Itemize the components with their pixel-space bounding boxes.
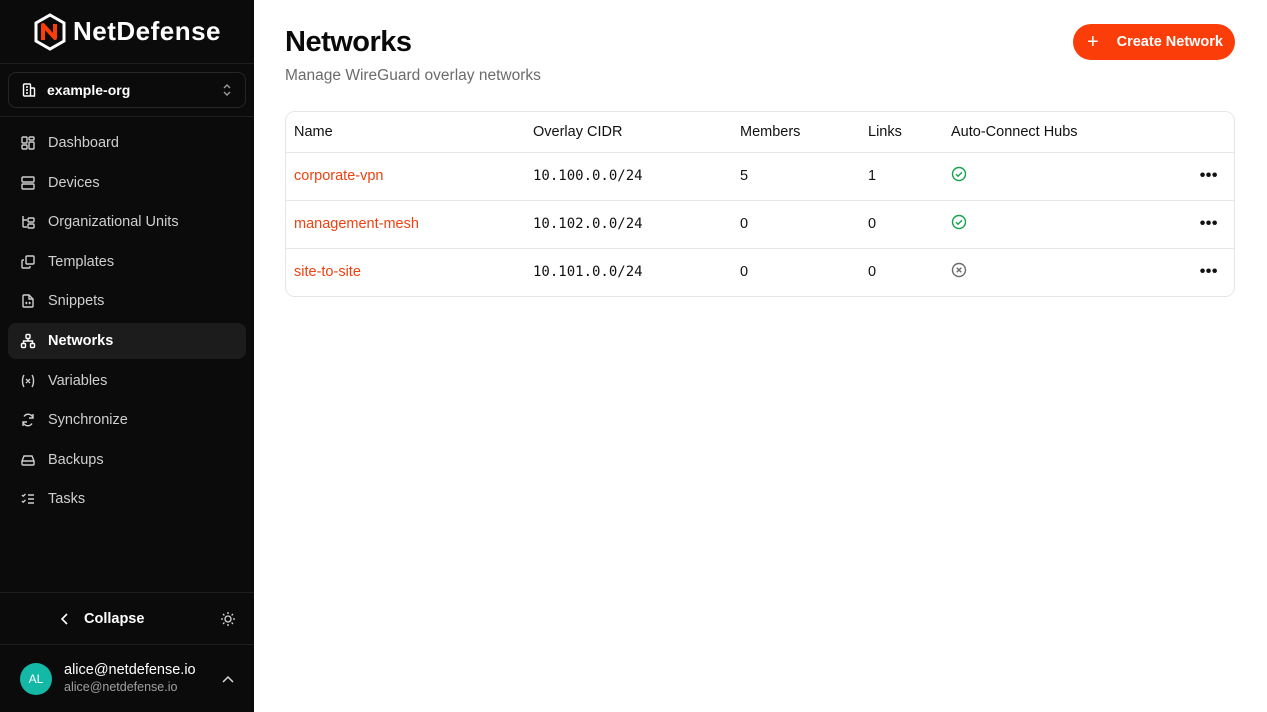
network-link[interactable]: management-mesh xyxy=(294,216,419,232)
sidebar-item-label: Dashboard xyxy=(48,135,119,151)
table-row: corporate-vpn 10.100.0.0/24 5 1 ••• xyxy=(286,152,1234,201)
sidebar-item-snippets[interactable]: Snippets xyxy=(8,283,246,319)
members-cell: 5 xyxy=(732,152,860,201)
hubs-cell xyxy=(943,200,1143,249)
page-subtitle: Manage WireGuard overlay networks xyxy=(285,67,541,84)
collapse-label: Collapse xyxy=(84,610,145,627)
refresh-icon xyxy=(22,413,34,427)
networks-table: Name Overlay CIDR Members Links Auto-Con… xyxy=(285,111,1235,297)
hubs-cell xyxy=(943,248,1143,296)
check-circle-icon xyxy=(951,166,967,182)
links-cell: 1 xyxy=(860,152,943,201)
check-circle-icon xyxy=(951,214,967,230)
chevron-up-icon xyxy=(222,675,234,683)
sidebar-item-label: Backups xyxy=(48,451,104,468)
table-row: site-to-site 10.101.0.0/24 0 0 ••• xyxy=(286,248,1234,296)
server-icon xyxy=(21,175,35,190)
links-cell: 0 xyxy=(868,264,877,281)
sidebar-item-label: Devices xyxy=(48,174,100,191)
column-header-actions xyxy=(1143,112,1234,153)
column-header-links[interactable]: Links xyxy=(860,112,943,153)
create-network-button[interactable]: + Create Network xyxy=(1072,24,1235,60)
plus-icon: + xyxy=(1086,31,1099,53)
hubs-cell xyxy=(943,152,1143,201)
sidebar-item-networks[interactable]: Networks xyxy=(8,322,246,359)
variable-icon xyxy=(21,374,35,387)
row-actions-cell: ••• xyxy=(1143,200,1234,249)
network-link[interactable]: site-to-site xyxy=(294,264,361,280)
network-link[interactable]: corporate-vpn xyxy=(294,168,383,184)
sidebar-nav: Dashboard Devices Organizational Units T… xyxy=(0,117,254,592)
column-header-members[interactable]: Members xyxy=(732,112,860,153)
column-header-cidr[interactable]: Overlay CIDR xyxy=(525,112,732,153)
sidebar-item-label: Templates xyxy=(48,253,115,270)
sidebar-item-tasks[interactable]: Tasks xyxy=(8,481,246,517)
network-icon xyxy=(20,333,36,349)
hard-drive-icon xyxy=(21,455,35,466)
netdefense-logo-icon xyxy=(34,12,66,51)
user-menu[interactable]: AL alice@netdefense.io alice@netdefense.… xyxy=(0,644,254,712)
sidebar-item-label: Variables xyxy=(48,372,108,389)
sidebar-item-label: Snippets xyxy=(48,293,105,310)
dashboard-icon xyxy=(21,136,35,150)
avatar: AL xyxy=(20,662,52,695)
row-actions-cell: ••• xyxy=(1143,248,1234,296)
copy-icon xyxy=(21,255,35,269)
user-email: alice@netdefense.io xyxy=(64,679,178,694)
sidebar-item-templates[interactable]: Templates xyxy=(8,244,246,280)
create-network-label: Create Network xyxy=(1116,34,1223,50)
file-code-icon xyxy=(22,294,34,309)
list-checks-icon xyxy=(21,493,34,505)
main-content: Networks Manage WireGuard overlay networ… xyxy=(254,0,1267,712)
sun-icon[interactable] xyxy=(220,611,236,627)
x-circle-icon xyxy=(951,263,967,278)
sidebar-item-synchronize[interactable]: Synchronize xyxy=(8,402,246,438)
tree-icon xyxy=(22,216,35,229)
sidebar-item-label: Tasks xyxy=(48,491,86,508)
collapse-button[interactable]: Collapse xyxy=(60,611,220,627)
cidr-cell: 10.101.0.0/24 xyxy=(533,264,643,281)
cidr-cell: 10.100.0.0/24 xyxy=(525,152,732,201)
chevron-left-icon xyxy=(60,612,68,625)
sidebar-item-variables[interactable]: Variables xyxy=(8,363,246,399)
column-header-hubs[interactable]: Auto-Connect Hubs xyxy=(943,112,1143,153)
sidebar-item-organizational-units[interactable]: Organizational Units xyxy=(8,204,246,240)
sidebar-item-label: Networks xyxy=(48,332,114,349)
brand-name: NetDefense xyxy=(72,16,222,46)
sidebar: NetDefense example-org Dashboard Devices… xyxy=(0,0,254,712)
table-row: management-mesh 10.102.0.0/24 0 0 ••• xyxy=(286,200,1234,249)
sidebar-item-backups[interactable]: Backups xyxy=(8,442,246,478)
building-icon xyxy=(22,83,36,97)
sidebar-item-label: Synchronize xyxy=(48,412,128,429)
chevrons-up-down-icon xyxy=(223,84,231,96)
members-cell: 0 xyxy=(740,264,749,281)
column-header-name[interactable]: Name xyxy=(286,112,525,153)
org-switcher[interactable]: example-org xyxy=(8,72,246,108)
sidebar-item-dashboard[interactable]: Dashboard xyxy=(8,125,246,161)
user-name: alice@netdefense.io xyxy=(64,662,196,679)
cidr-cell: 10.102.0.0/24 xyxy=(525,200,732,249)
members-cell: 0 xyxy=(732,200,860,249)
more-actions-icon[interactable]: ••• xyxy=(1200,167,1218,184)
org-name: example-org xyxy=(47,82,131,98)
more-actions-icon[interactable]: ••• xyxy=(1200,263,1218,280)
sidebar-item-label: Organizational Units xyxy=(48,214,179,231)
row-actions-cell: ••• xyxy=(1143,152,1234,201)
more-actions-icon[interactable]: ••• xyxy=(1200,215,1218,232)
sidebar-item-devices[interactable]: Devices xyxy=(8,165,246,201)
links-cell: 0 xyxy=(860,200,943,249)
table-header-row: Name Overlay CIDR Members Links Auto-Con… xyxy=(286,112,1234,153)
brand-logo[interactable]: NetDefense xyxy=(0,0,254,64)
